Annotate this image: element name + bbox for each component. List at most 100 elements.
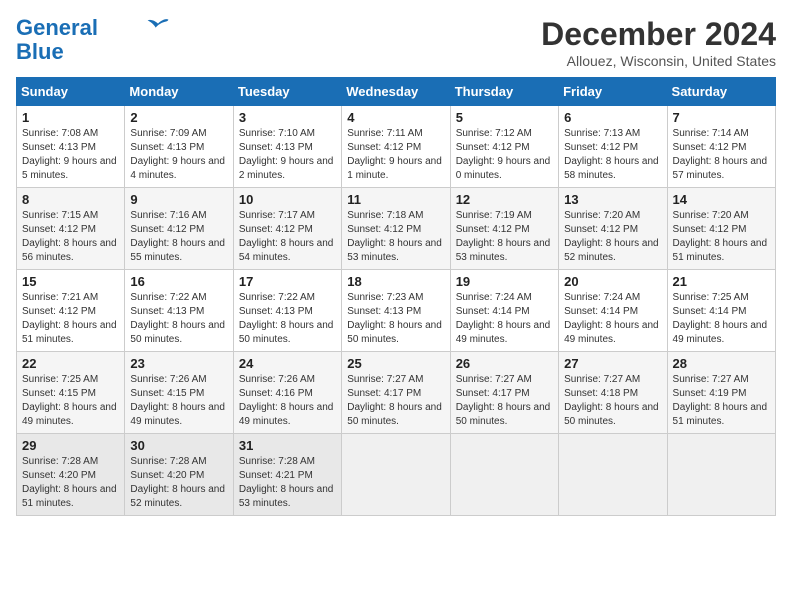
- table-row: [667, 434, 775, 516]
- day-detail: Sunrise: 7:22 AMSunset: 4:13 PMDaylight:…: [239, 292, 334, 345]
- day-number: 15: [22, 274, 119, 289]
- day-detail: Sunrise: 7:10 AMSunset: 4:13 PMDaylight:…: [239, 128, 334, 181]
- day-number: 13: [564, 192, 661, 207]
- calendar-week-row: 1 Sunrise: 7:08 AMSunset: 4:13 PMDayligh…: [17, 106, 776, 188]
- logo: General Blue: [16, 16, 170, 64]
- day-number: 10: [239, 192, 336, 207]
- day-number: 9: [130, 192, 227, 207]
- table-row: 7 Sunrise: 7:14 AMSunset: 4:12 PMDayligh…: [667, 106, 775, 188]
- day-number: 20: [564, 274, 661, 289]
- day-detail: Sunrise: 7:28 AMSunset: 4:21 PMDaylight:…: [239, 456, 334, 509]
- table-row: 19 Sunrise: 7:24 AMSunset: 4:14 PMDaylig…: [450, 270, 558, 352]
- table-row: 5 Sunrise: 7:12 AMSunset: 4:12 PMDayligh…: [450, 106, 558, 188]
- table-row: 9 Sunrise: 7:16 AMSunset: 4:12 PMDayligh…: [125, 188, 233, 270]
- table-row: 20 Sunrise: 7:24 AMSunset: 4:14 PMDaylig…: [559, 270, 667, 352]
- table-row: 8 Sunrise: 7:15 AMSunset: 4:12 PMDayligh…: [17, 188, 125, 270]
- day-detail: Sunrise: 7:22 AMSunset: 4:13 PMDaylight:…: [130, 292, 225, 345]
- col-saturday: Saturday: [667, 78, 775, 106]
- table-row: 30 Sunrise: 7:28 AMSunset: 4:20 PMDaylig…: [125, 434, 233, 516]
- day-number: 29: [22, 438, 119, 453]
- table-row: 17 Sunrise: 7:22 AMSunset: 4:13 PMDaylig…: [233, 270, 341, 352]
- col-tuesday: Tuesday: [233, 78, 341, 106]
- table-row: 2 Sunrise: 7:09 AMSunset: 4:13 PMDayligh…: [125, 106, 233, 188]
- table-row: 31 Sunrise: 7:28 AMSunset: 4:21 PMDaylig…: [233, 434, 341, 516]
- day-number: 25: [347, 356, 444, 371]
- location: Allouez, Wisconsin, United States: [541, 53, 776, 69]
- day-detail: Sunrise: 7:24 AMSunset: 4:14 PMDaylight:…: [456, 292, 551, 345]
- day-detail: Sunrise: 7:11 AMSunset: 4:12 PMDaylight:…: [347, 128, 442, 181]
- table-row: 1 Sunrise: 7:08 AMSunset: 4:13 PMDayligh…: [17, 106, 125, 188]
- table-row: 22 Sunrise: 7:25 AMSunset: 4:15 PMDaylig…: [17, 352, 125, 434]
- day-detail: Sunrise: 7:18 AMSunset: 4:12 PMDaylight:…: [347, 210, 442, 263]
- day-detail: Sunrise: 7:20 AMSunset: 4:12 PMDaylight:…: [673, 210, 768, 263]
- day-detail: Sunrise: 7:28 AMSunset: 4:20 PMDaylight:…: [130, 456, 225, 509]
- day-number: 6: [564, 110, 661, 125]
- day-detail: Sunrise: 7:16 AMSunset: 4:12 PMDaylight:…: [130, 210, 225, 263]
- table-row: 15 Sunrise: 7:21 AMSunset: 4:12 PMDaylig…: [17, 270, 125, 352]
- day-detail: Sunrise: 7:26 AMSunset: 4:15 PMDaylight:…: [130, 374, 225, 427]
- day-detail: Sunrise: 7:28 AMSunset: 4:20 PMDaylight:…: [22, 456, 117, 509]
- table-row: [559, 434, 667, 516]
- table-row: 23 Sunrise: 7:26 AMSunset: 4:15 PMDaylig…: [125, 352, 233, 434]
- calendar-week-row: 8 Sunrise: 7:15 AMSunset: 4:12 PMDayligh…: [17, 188, 776, 270]
- day-number: 31: [239, 438, 336, 453]
- day-detail: Sunrise: 7:13 AMSunset: 4:12 PMDaylight:…: [564, 128, 659, 181]
- day-number: 27: [564, 356, 661, 371]
- table-row: 27 Sunrise: 7:27 AMSunset: 4:18 PMDaylig…: [559, 352, 667, 434]
- day-detail: Sunrise: 7:26 AMSunset: 4:16 PMDaylight:…: [239, 374, 334, 427]
- table-row: 25 Sunrise: 7:27 AMSunset: 4:17 PMDaylig…: [342, 352, 450, 434]
- day-detail: Sunrise: 7:15 AMSunset: 4:12 PMDaylight:…: [22, 210, 117, 263]
- day-number: 4: [347, 110, 444, 125]
- page-header: General Blue December 2024 Allouez, Wisc…: [16, 16, 776, 69]
- table-row: 12 Sunrise: 7:19 AMSunset: 4:12 PMDaylig…: [450, 188, 558, 270]
- day-detail: Sunrise: 7:19 AMSunset: 4:12 PMDaylight:…: [456, 210, 551, 263]
- day-detail: Sunrise: 7:27 AMSunset: 4:17 PMDaylight:…: [456, 374, 551, 427]
- table-row: 13 Sunrise: 7:20 AMSunset: 4:12 PMDaylig…: [559, 188, 667, 270]
- day-number: 30: [130, 438, 227, 453]
- day-detail: Sunrise: 7:25 AMSunset: 4:14 PMDaylight:…: [673, 292, 768, 345]
- table-row: 18 Sunrise: 7:23 AMSunset: 4:13 PMDaylig…: [342, 270, 450, 352]
- day-detail: Sunrise: 7:25 AMSunset: 4:15 PMDaylight:…: [22, 374, 117, 427]
- day-detail: Sunrise: 7:23 AMSunset: 4:13 PMDaylight:…: [347, 292, 442, 345]
- day-number: 21: [673, 274, 770, 289]
- day-detail: Sunrise: 7:27 AMSunset: 4:19 PMDaylight:…: [673, 374, 768, 427]
- day-number: 5: [456, 110, 553, 125]
- logo-text-blue: Blue: [16, 40, 64, 64]
- day-number: 16: [130, 274, 227, 289]
- table-row: 10 Sunrise: 7:17 AMSunset: 4:12 PMDaylig…: [233, 188, 341, 270]
- day-number: 12: [456, 192, 553, 207]
- logo-text: General: [16, 16, 98, 40]
- month-title: December 2024: [541, 16, 776, 53]
- calendar-week-row: 22 Sunrise: 7:25 AMSunset: 4:15 PMDaylig…: [17, 352, 776, 434]
- col-thursday: Thursday: [450, 78, 558, 106]
- day-number: 24: [239, 356, 336, 371]
- calendar-header-row: Sunday Monday Tuesday Wednesday Thursday…: [17, 78, 776, 106]
- table-row: 6 Sunrise: 7:13 AMSunset: 4:12 PMDayligh…: [559, 106, 667, 188]
- table-row: 16 Sunrise: 7:22 AMSunset: 4:13 PMDaylig…: [125, 270, 233, 352]
- table-row: [450, 434, 558, 516]
- day-detail: Sunrise: 7:12 AMSunset: 4:12 PMDaylight:…: [456, 128, 551, 181]
- day-detail: Sunrise: 7:08 AMSunset: 4:13 PMDaylight:…: [22, 128, 117, 181]
- day-number: 19: [456, 274, 553, 289]
- table-row: 24 Sunrise: 7:26 AMSunset: 4:16 PMDaylig…: [233, 352, 341, 434]
- table-row: 14 Sunrise: 7:20 AMSunset: 4:12 PMDaylig…: [667, 188, 775, 270]
- day-detail: Sunrise: 7:17 AMSunset: 4:12 PMDaylight:…: [239, 210, 334, 263]
- day-number: 28: [673, 356, 770, 371]
- table-row: 11 Sunrise: 7:18 AMSunset: 4:12 PMDaylig…: [342, 188, 450, 270]
- table-row: 29 Sunrise: 7:28 AMSunset: 4:20 PMDaylig…: [17, 434, 125, 516]
- col-monday: Monday: [125, 78, 233, 106]
- day-number: 1: [22, 110, 119, 125]
- day-number: 7: [673, 110, 770, 125]
- day-detail: Sunrise: 7:21 AMSunset: 4:12 PMDaylight:…: [22, 292, 117, 345]
- day-number: 2: [130, 110, 227, 125]
- day-detail: Sunrise: 7:14 AMSunset: 4:12 PMDaylight:…: [673, 128, 768, 181]
- day-number: 26: [456, 356, 553, 371]
- table-row: 4 Sunrise: 7:11 AMSunset: 4:12 PMDayligh…: [342, 106, 450, 188]
- calendar-table: Sunday Monday Tuesday Wednesday Thursday…: [16, 77, 776, 516]
- day-number: 8: [22, 192, 119, 207]
- day-number: 3: [239, 110, 336, 125]
- day-number: 18: [347, 274, 444, 289]
- day-detail: Sunrise: 7:27 AMSunset: 4:17 PMDaylight:…: [347, 374, 442, 427]
- col-wednesday: Wednesday: [342, 78, 450, 106]
- table-row: 26 Sunrise: 7:27 AMSunset: 4:17 PMDaylig…: [450, 352, 558, 434]
